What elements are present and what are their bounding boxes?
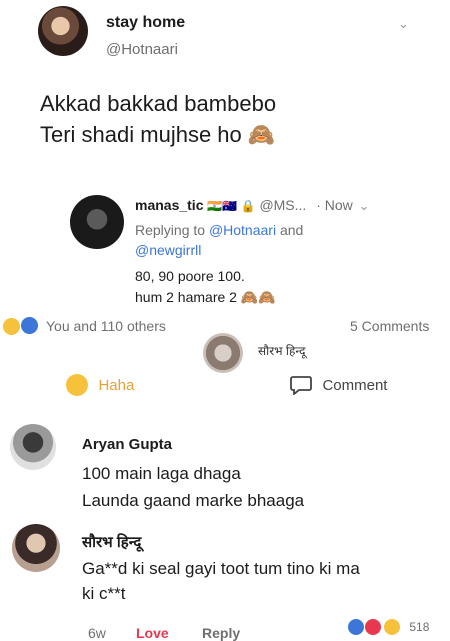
reply-header: manas_tic 🇮🇳🇦🇺 🔒 @MS... · Now ⌄: [135, 197, 370, 214]
reply-time: · Now: [316, 197, 353, 213]
reply-text: 80, 90 poore 100. hum 2 hamare 2 🙈🙈: [135, 266, 276, 308]
replying-to: Replying to @Hotnaari and @newgirrll: [135, 220, 375, 260]
mention-link[interactable]: @newgirrll: [135, 242, 201, 258]
reply-handle: @MS...: [259, 197, 307, 213]
reply-link[interactable]: Reply: [202, 625, 240, 641]
reaction-count: 518: [409, 620, 430, 634]
reply-line: 80, 90 poore 100.: [135, 268, 245, 284]
comment-label: Comment: [322, 376, 388, 394]
comment-bubble-icon: [290, 376, 312, 396]
flag-icons: 🇮🇳🇦🇺 🔒: [207, 199, 256, 213]
comment-time: 6w: [88, 625, 106, 641]
author-handle: @Hotnaari: [106, 41, 178, 58]
haha-reaction-icon: [382, 618, 401, 636]
commenter-avatar[interactable]: [10, 424, 56, 470]
reactions-summary[interactable]: You and 110 others: [46, 318, 166, 334]
comment-text: 100 main laga dhaga Launda gaand marke b…: [82, 460, 304, 514]
chevron-down-icon[interactable]: ⌄: [359, 198, 370, 213]
chat-head-avatar[interactable]: [203, 333, 243, 373]
comment-button[interactable]: Comment: [290, 375, 388, 396]
tweet-line: Teri shadi mujhse ho 🙈: [40, 122, 276, 147]
comment-text: Ga**d ki seal gayi toot tum tino ki ma k…: [82, 556, 360, 606]
reply-avatar[interactable]: [70, 195, 124, 249]
like-reaction-icon: [348, 619, 364, 635]
haha-emoji-icon: [66, 374, 88, 396]
tweet-line: Akkad bakkad bambebo: [40, 91, 277, 116]
comment-line: Launda gaand marke bhaaga: [82, 491, 305, 510]
haha-reaction-icon: [3, 318, 20, 335]
tweet-text: Akkad bakkad bambebo Teri shadi mujhse h…: [40, 88, 276, 150]
comment-line: ki c**t: [82, 584, 126, 603]
reply-author-name: manas_tic: [135, 197, 204, 213]
love-link[interactable]: Love: [136, 625, 169, 641]
love-reaction-icon: [364, 618, 383, 636]
comments-count[interactable]: 5 Comments: [350, 318, 429, 334]
replying-prefix: Replying to: [135, 222, 209, 238]
comment-line: Ga**d ki seal gayi toot tum tino ki ma: [82, 559, 360, 578]
author-name: stay home: [106, 14, 186, 31]
haha-button[interactable]: Haha: [66, 374, 134, 396]
like-reaction-icon: [20, 316, 40, 335]
mention-link[interactable]: @Hotnaari: [209, 222, 276, 238]
reply-line: hum 2 hamare 2 🙈🙈: [135, 289, 276, 305]
chat-head-name: सौरभ हिन्दू: [258, 344, 306, 358]
avatar[interactable]: [38, 6, 88, 56]
haha-label: Haha: [98, 376, 135, 394]
chevron-down-icon[interactable]: ⌄: [398, 16, 409, 32]
replying-and: and: [276, 222, 304, 238]
comment-author[interactable]: Aryan Gupta: [82, 436, 172, 453]
comment-reactions[interactable]: 518: [348, 618, 429, 636]
reaction-icons[interactable]: [3, 316, 40, 340]
comment-author[interactable]: सौरभ हिन्दू: [82, 532, 141, 552]
commenter-avatar[interactable]: [12, 524, 60, 572]
comment-line: 100 main laga dhaga: [82, 464, 241, 483]
